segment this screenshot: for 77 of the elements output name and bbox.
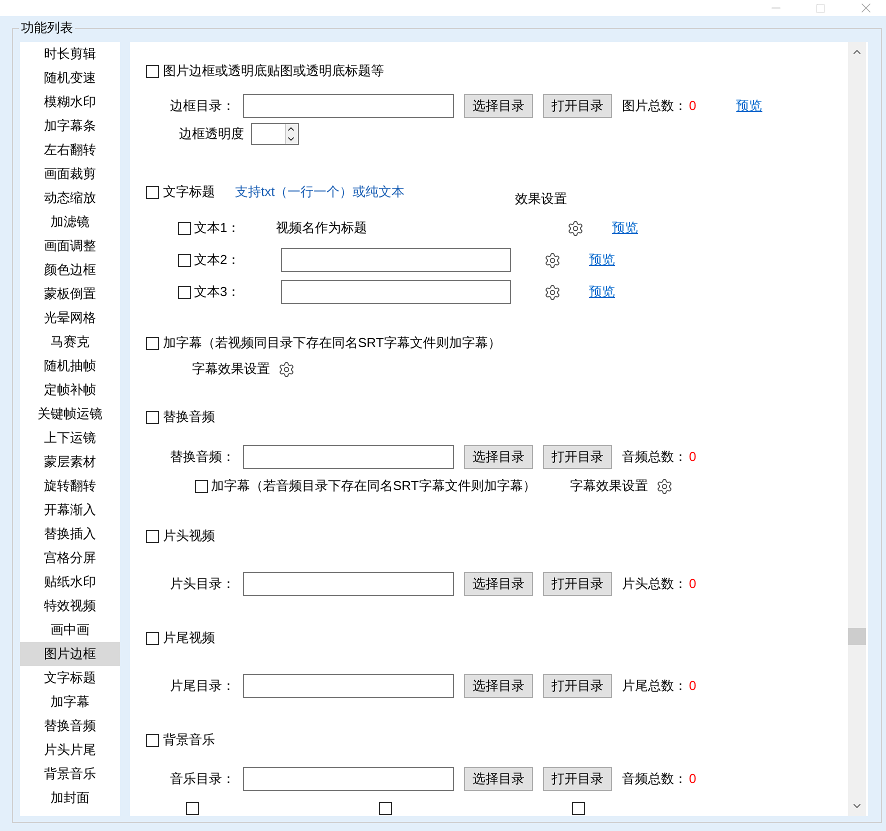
preview-link[interactable]: 预览 <box>589 250 615 270</box>
directory-button[interactable]: 打开目录 <box>543 572 612 596</box>
section-title: 文字标题 <box>163 183 215 202</box>
count-label: 片头总数： <box>622 575 687 594</box>
directory-button[interactable]: 选择目录 <box>464 445 533 469</box>
count-label: 音频总数： <box>622 448 687 466</box>
field-label: 边框目录： <box>169 97 236 116</box>
field-label: 片头目录： <box>169 575 236 594</box>
settings-icon[interactable] <box>567 220 584 236</box>
checkbox[interactable] <box>146 632 159 644</box>
scrollbar[interactable] <box>848 42 866 816</box>
checkbox[interactable] <box>146 64 159 78</box>
text-label: 文本2： <box>194 251 242 270</box>
count-value: 0 <box>689 770 696 788</box>
section-title: 片尾视频 <box>163 629 215 648</box>
field-label: 片尾目录： <box>169 677 236 696</box>
sidebar-item[interactable]: 图片边框 <box>20 642 120 666</box>
checkbox[interactable] <box>146 530 159 542</box>
checkbox[interactable] <box>379 802 392 814</box>
checkbox[interactable] <box>186 802 199 814</box>
directory-button[interactable]: 选择目录 <box>464 767 533 791</box>
opacity-spinbox[interactable] <box>251 123 299 145</box>
format-note: 支持txt（一行一个）或纯文本 <box>235 183 405 202</box>
directory-button[interactable]: 选择目录 <box>464 674 533 698</box>
directory-button[interactable]: 打开目录 <box>543 767 612 791</box>
effect-label: 字幕效果设置 <box>570 477 648 496</box>
field-label: 音乐目录： <box>169 770 236 788</box>
directory-input[interactable] <box>243 767 454 791</box>
count-value: 0 <box>689 677 696 696</box>
checkbox[interactable] <box>146 186 159 198</box>
directory-input[interactable] <box>243 94 454 118</box>
checkbox[interactable] <box>195 480 208 492</box>
preview-link[interactable]: 预览 <box>736 96 762 116</box>
section-title: 替换音频 <box>163 408 215 426</box>
text-label: 文本1： <box>194 219 242 238</box>
section-title: 背景音乐 <box>163 731 215 750</box>
text-input[interactable] <box>281 248 511 272</box>
count-value: 0 <box>689 97 696 116</box>
count-value: 0 <box>689 575 696 594</box>
checkbox[interactable] <box>572 802 585 814</box>
checkbox[interactable] <box>178 286 191 298</box>
settings-icon[interactable] <box>278 360 295 378</box>
directory-button[interactable]: 选择目录 <box>464 572 533 596</box>
count-label: 图片总数： <box>622 97 687 116</box>
section-title: 加字幕（若视频同目录下存在同名SRT字幕文件则加字幕） <box>163 334 501 352</box>
checkbox[interactable] <box>146 734 159 746</box>
preview-link[interactable]: 预览 <box>589 282 615 302</box>
effect-label: 字幕效果设置 <box>192 360 270 378</box>
directory-input[interactable] <box>243 572 454 596</box>
checkbox-label: 加字幕（若音频目录下存在同名SRT字幕文件则加字幕） <box>211 477 536 496</box>
scroll-thumb[interactable] <box>848 628 866 645</box>
checkbox[interactable] <box>178 222 191 234</box>
settings-icon[interactable] <box>544 284 561 300</box>
group-title: 功能列表 <box>19 19 75 37</box>
directory-button[interactable]: 打开目录 <box>543 674 612 698</box>
directory-button[interactable]: 打开目录 <box>543 445 612 469</box>
field-label: 边框透明度 <box>179 125 245 144</box>
text-label: 文本3： <box>194 283 242 302</box>
column-header: 效果设置 <box>515 190 567 208</box>
section-title: 片头视频 <box>163 527 215 546</box>
text-input[interactable] <box>281 280 511 304</box>
checkbox[interactable] <box>178 254 191 266</box>
checkbox[interactable] <box>146 336 159 350</box>
settings-icon[interactable] <box>544 252 561 268</box>
count-label: 片尾总数： <box>622 677 687 696</box>
count-label: 音频总数： <box>622 770 687 788</box>
directory-input[interactable] <box>243 674 454 698</box>
directory-button[interactable]: 打开目录 <box>543 94 612 118</box>
directory-input[interactable] <box>243 445 454 469</box>
checkbox[interactable] <box>146 410 159 424</box>
preview-link[interactable]: 预览 <box>612 218 638 238</box>
directory-button[interactable]: 选择目录 <box>464 94 533 118</box>
count-value: 0 <box>689 448 696 466</box>
settings-icon[interactable] <box>656 478 673 494</box>
field-label: 替换音频： <box>169 448 236 466</box>
section-title: 图片边框或透明底贴图或透明底标题等 <box>163 62 384 80</box>
text-value: 视频名作为标题 <box>276 219 368 238</box>
